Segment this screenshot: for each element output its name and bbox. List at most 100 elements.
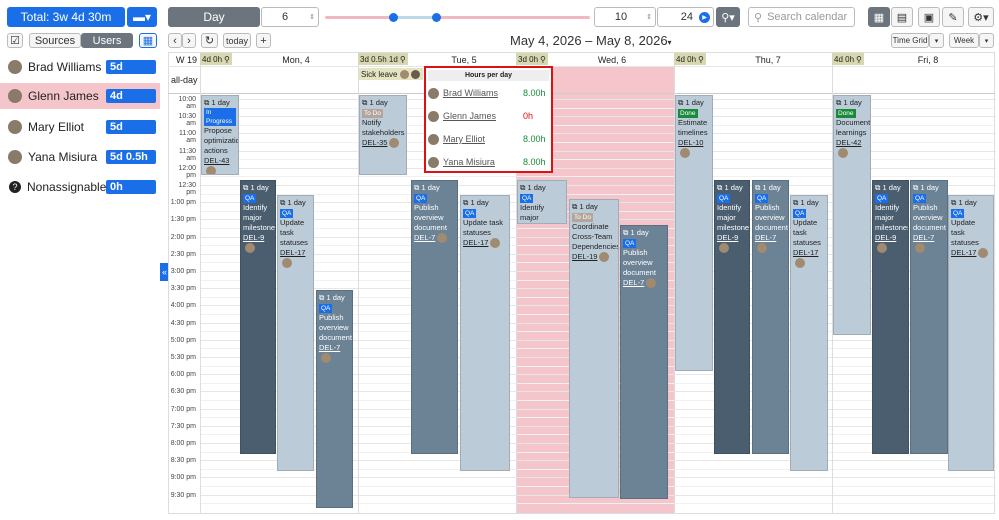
event-card[interactable]: ⧉ 1 dayQAIdentify major milestonesDEL-9: [872, 180, 909, 454]
ticket-link[interactable]: DEL-10: [678, 138, 703, 147]
day-header-tue[interactable]: Tue, 5: [432, 53, 496, 66]
event-card[interactable]: ⧉ 1 dayIn ProgressPropose optimization a…: [201, 95, 239, 175]
spinner-icon: ⇕: [309, 14, 315, 21]
day-button[interactable]: Day: [168, 7, 260, 27]
play-icon[interactable]: ▶: [699, 11, 710, 23]
today-button[interactable]: today: [223, 33, 251, 48]
ticket-link[interactable]: DEL-17: [793, 248, 818, 257]
user-row-nonassignable[interactable]: ? Nonassignable 0h: [0, 174, 160, 200]
calendar-users-button[interactable]: ▦: [139, 33, 157, 48]
ticket-link[interactable]: DEL-42: [836, 138, 861, 147]
event-card[interactable]: ⧉ 1 day QA Update task statuses DEL-17: [277, 195, 314, 471]
user-badge: 4d: [106, 89, 156, 103]
event-title: Coordinate Cross-Team Dependencies: [572, 222, 619, 251]
user-row-brad[interactable]: Brad Williams 5d: [0, 54, 160, 80]
event-card[interactable]: ⧉ 1 day QA Publish overview document DEL-7: [411, 180, 458, 454]
ticket-link[interactable]: DEL-7: [319, 343, 340, 352]
ticket-link[interactable]: DEL-7: [414, 233, 435, 242]
add-event-button[interactable]: +: [256, 33, 271, 48]
search-input[interactable]: ⚲ Search calendar: [748, 7, 855, 27]
tab-users[interactable]: Users: [81, 33, 133, 48]
tab-sources[interactable]: Sources: [29, 33, 81, 48]
briefcase-dropdown[interactable]: ▬▾: [127, 7, 157, 27]
user-row-glenn[interactable]: Glenn James 4d: [0, 83, 160, 109]
ticket-link[interactable]: DEL-7: [913, 233, 934, 242]
ticket-link[interactable]: DEL-43: [204, 156, 229, 165]
event-card[interactable]: ⧉ 1 day To Do Notify stakeholders DEL-35: [359, 95, 407, 175]
slot-input[interactable]: 24 ▶: [657, 7, 714, 27]
user-row-yana[interactable]: Yana Misiura 5d 0.5h: [0, 144, 160, 170]
search-icon: ⚲: [754, 11, 763, 24]
edit-button[interactable]: ✎: [942, 7, 964, 27]
range-select-toggle[interactable]: ▾: [979, 33, 994, 48]
end-hour-input[interactable]: 10 ⇕: [594, 7, 656, 27]
status-badge: In Progress: [204, 108, 236, 126]
ticket-link[interactable]: DEL-9: [243, 233, 264, 242]
day-header-thu[interactable]: Thu, 7: [736, 53, 800, 66]
range-select[interactable]: Week: [949, 33, 979, 48]
hour-range-slider[interactable]: [325, 13, 590, 22]
view-select[interactable]: Time Grid: [891, 33, 929, 48]
refresh-button[interactable]: ↻: [201, 33, 218, 48]
ticket-link[interactable]: DEL-19: [572, 252, 597, 261]
user-link[interactable]: Mary Elliot: [443, 134, 523, 144]
view-select-toggle[interactable]: ▾: [929, 33, 944, 48]
status-badge: To Do: [572, 213, 593, 222]
time-label: 5:00 pm: [170, 336, 196, 344]
start-hour-input[interactable]: 6 ⇕: [261, 7, 319, 27]
time-label: 11:30 am: [179, 147, 196, 162]
event-duration: ⧉ 1 day: [678, 98, 704, 107]
sick-leave-event[interactable]: Sick leave: [359, 68, 423, 80]
ticket-link[interactable]: DEL-17: [463, 238, 488, 247]
time-label: 10:30 am: [178, 113, 196, 128]
day-header-wed[interactable]: Wed, 6: [580, 53, 644, 66]
event-card[interactable]: ⧉ 1 dayQAIdentify major milestonesDEL-9: [517, 180, 567, 224]
calendar-view-button[interactable]: ▦: [868, 7, 890, 27]
ticket-link[interactable]: DEL-35: [362, 138, 387, 147]
settings-dropdown[interactable]: ⚙▾: [968, 7, 994, 27]
hour-line: [200, 116, 996, 118]
event-card[interactable]: ⧉ 1 day Done Document learnings DEL-42: [833, 95, 871, 335]
avatar: [8, 150, 22, 164]
event-card[interactable]: ⧉ 1 day QA Update task statuses DEL-17: [790, 195, 828, 471]
time-label: 7:00 pm: [170, 405, 196, 413]
hour-line: [200, 99, 996, 100]
time-label: 4:30 pm: [170, 319, 196, 327]
event-card[interactable]: ⧉ 1 day QA Publish overview document DEL-7: [316, 290, 353, 508]
date-range-title[interactable]: May 4, 2026 – May 8, 2026▾: [510, 33, 672, 49]
event-card[interactable]: ⧉ 1 day QA Publish overview document DEL-7: [620, 225, 668, 499]
zoom-dropdown[interactable]: ⚲▾: [716, 7, 740, 27]
user-link[interactable]: Yana Misiura: [443, 157, 523, 167]
event-card[interactable]: ⧉ 1 day QA Publish overview document DEL-7: [752, 180, 789, 454]
total-button[interactable]: Total: 3w 4d 30m: [7, 7, 125, 27]
ticket-link[interactable]: DEL-9: [875, 233, 896, 242]
user-row-mary[interactable]: Mary Elliot 5d: [0, 114, 160, 140]
ticket-link[interactable]: DEL-7: [755, 233, 776, 242]
avatar: [428, 133, 439, 145]
ticket-link[interactable]: DEL-9: [717, 233, 738, 242]
user-link[interactable]: Brad Williams: [443, 88, 523, 98]
day-chip: 3d 0.5h 1d ⚲: [358, 53, 408, 65]
list-view-button[interactable]: ▤: [891, 7, 913, 27]
event-card[interactable]: ⧉ 1 dayQAIdentify major milestonesDEL-9: [714, 180, 750, 454]
event-card[interactable]: ⧉ 1 day QA Publish overview document DEL-7: [910, 180, 948, 454]
prev-button[interactable]: ‹: [168, 33, 182, 48]
user-link[interactable]: Glenn James: [443, 111, 523, 121]
day-header-mon[interactable]: Mon, 4: [264, 53, 328, 66]
day-header-fri[interactable]: Fri, 8: [896, 53, 960, 66]
next-button[interactable]: ›: [182, 33, 196, 48]
ticket-link[interactable]: DEL-7: [623, 278, 644, 287]
event-card[interactable]: ⧉ 1 day QA Update task statuses DEL-17: [460, 195, 510, 471]
clipboard-icon: ▤: [896, 11, 908, 24]
time-label: 4:00 pm: [170, 302, 196, 310]
event-card[interactable]: ⧉ 1 day Done Estimate timelines DEL-10: [675, 95, 713, 371]
event-card[interactable]: ⧉ 1 dayQAIdentify major milestonesDEL-9: [240, 180, 276, 454]
ticket-link[interactable]: DEL-17: [280, 248, 305, 257]
ticket-link[interactable]: DEL-17: [951, 248, 976, 257]
checklist-button[interactable]: ☑: [7, 33, 23, 48]
slider-handle-start[interactable]: [389, 13, 398, 22]
add-calendar-button[interactable]: ▣: [918, 7, 940, 27]
event-card[interactable]: ⧉ 1 day QA Update task statuses DEL-17: [948, 195, 994, 471]
slider-handle-end[interactable]: [432, 13, 441, 22]
event-card[interactable]: ⧉ 1 day To Do Coordinate Cross-Team Depend…: [569, 199, 619, 498]
